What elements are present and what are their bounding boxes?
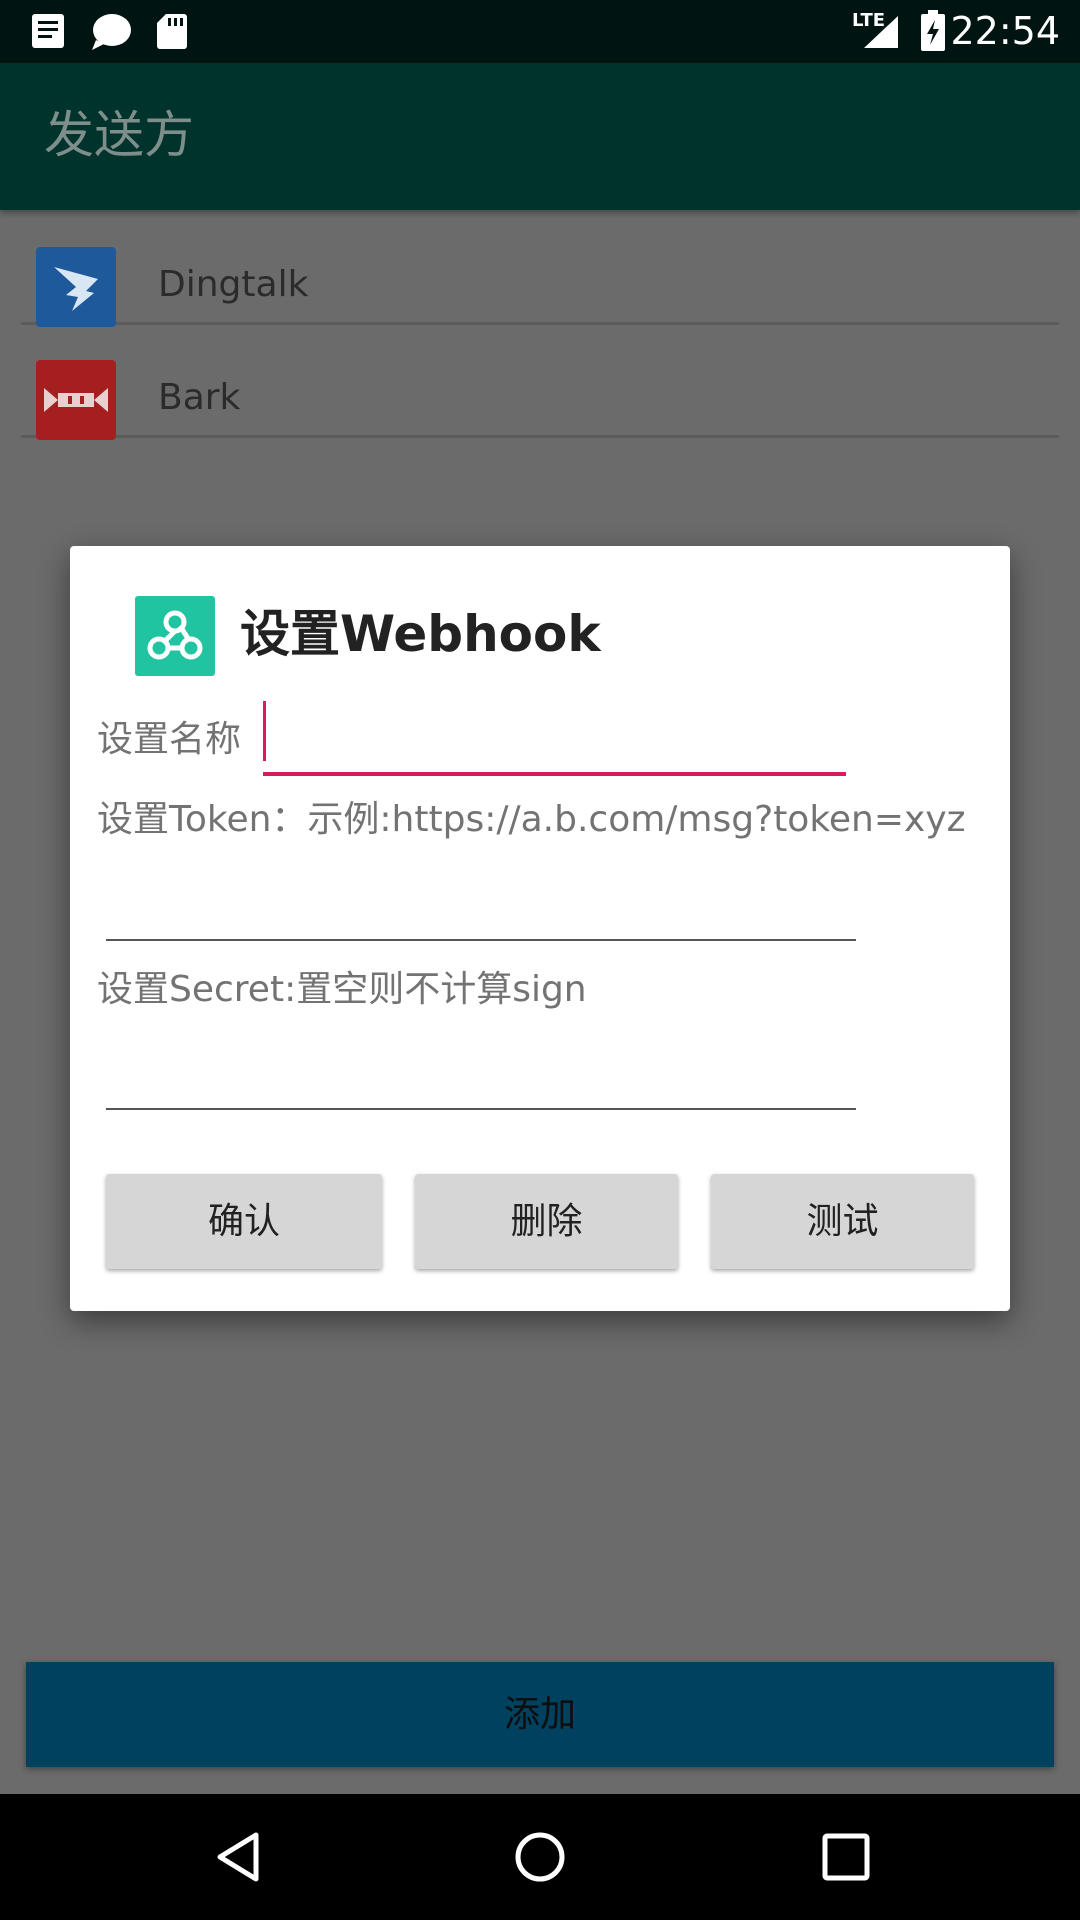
sd-card-icon bbox=[156, 12, 188, 54]
app-bar: 发送方 bbox=[0, 63, 1080, 210]
clock: 22:54 bbox=[950, 9, 1060, 53]
name-label: 设置名称 bbox=[97, 719, 242, 760]
token-input-underline bbox=[106, 939, 856, 941]
delete-button-label: 删除 bbox=[510, 1201, 583, 1242]
add-button[interactable]: 添加 bbox=[26, 1662, 1054, 1767]
dingtalk-icon bbox=[36, 247, 116, 327]
chat-bubble-icon bbox=[90, 12, 132, 56]
navigation-bar bbox=[0, 1794, 1080, 1920]
list-item-bark[interactable]: Bark bbox=[21, 325, 1059, 440]
secret-input-underline bbox=[106, 1108, 856, 1110]
confirm-button[interactable]: 确认 bbox=[106, 1174, 382, 1269]
add-button-label: 添加 bbox=[503, 1694, 576, 1735]
test-button[interactable]: 测试 bbox=[711, 1174, 974, 1269]
text-cursor bbox=[263, 701, 266, 761]
dialog-title: 设置Webhook bbox=[240, 605, 601, 663]
name-input-underline bbox=[263, 772, 846, 776]
secret-input[interactable] bbox=[106, 1038, 860, 1090]
home-icon[interactable] bbox=[512, 1829, 568, 1889]
delete-button[interactable]: 删除 bbox=[415, 1174, 678, 1269]
back-icon[interactable] bbox=[210, 1829, 266, 1889]
confirm-button-label: 确认 bbox=[207, 1201, 280, 1242]
list-item-label: Bark bbox=[158, 377, 241, 418]
list-item-dingtalk[interactable]: Dingtalk bbox=[21, 212, 1059, 327]
recents-icon[interactable] bbox=[818, 1829, 874, 1889]
test-button-label: 测试 bbox=[806, 1201, 879, 1242]
token-label: 设置Token：示例:https://a.b.com/msg?token=xyz bbox=[97, 799, 966, 840]
name-input[interactable] bbox=[263, 701, 847, 753]
list-item-label: Dingtalk bbox=[158, 264, 309, 305]
status-bar: LTE 22:54 bbox=[0, 0, 1080, 63]
webhook-dialog: 设置Webhook 设置名称 设置Token：示例:https://a.b.co… bbox=[70, 546, 1010, 1311]
webhook-icon bbox=[135, 596, 215, 676]
page-title: 发送方 bbox=[44, 106, 194, 164]
notes-icon bbox=[30, 12, 66, 54]
secret-label: 设置Secret:置空则不计算sign bbox=[97, 969, 587, 1010]
bark-icon bbox=[36, 360, 116, 440]
signal-icon bbox=[862, 14, 900, 54]
token-input[interactable] bbox=[106, 871, 860, 923]
battery-charging-icon bbox=[920, 10, 946, 56]
